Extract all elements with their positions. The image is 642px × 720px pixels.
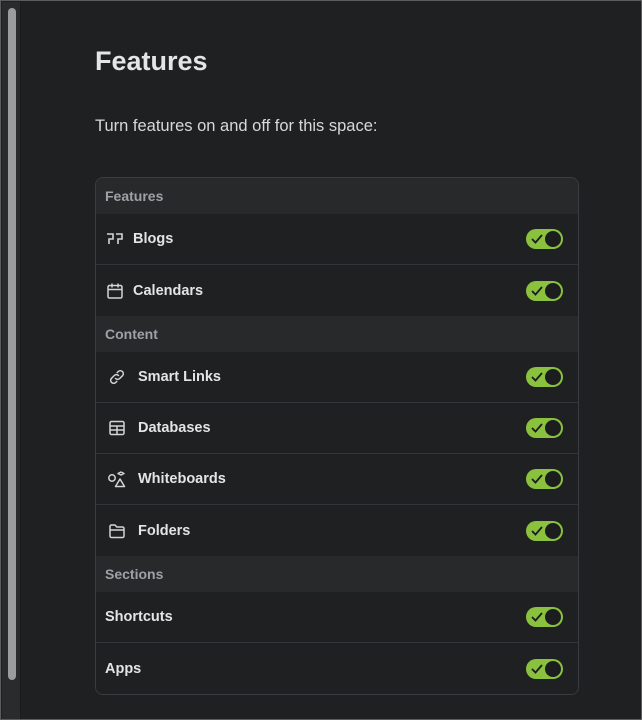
check-icon: [531, 525, 543, 536]
feature-label: Whiteboards: [138, 471, 226, 487]
databases-toggle[interactable]: [526, 418, 563, 438]
section-header-sections: Sections: [96, 556, 578, 592]
check-icon: [531, 612, 543, 622]
page-title: Features: [95, 46, 208, 76]
feature-label: Smart Links: [138, 369, 221, 385]
check-icon: [531, 474, 543, 484]
toggle-knob: [545, 471, 561, 487]
link-icon: [107, 367, 127, 387]
shapes-icon: [107, 469, 127, 489]
feature-row-blogs: Blogs: [96, 214, 578, 265]
toggle-knob: [545, 420, 561, 436]
folder-icon: [107, 521, 127, 541]
smart-links-toggle[interactable]: [526, 367, 563, 387]
features-card: Features Blogs Calendars Content Smart L…: [95, 177, 579, 695]
feature-label: Blogs: [133, 231, 174, 247]
feature-row-shortcuts: Shortcuts: [96, 592, 578, 643]
table-icon: [107, 418, 127, 438]
calendars-toggle[interactable]: [526, 280, 563, 301]
feature-label: Apps: [105, 660, 142, 677]
feature-row-apps: Apps: [96, 643, 578, 694]
feature-label: Databases: [138, 420, 211, 436]
feature-label: Shortcuts: [105, 609, 173, 625]
feature-row-smart-links: Smart Links: [96, 352, 578, 403]
shortcuts-toggle[interactable]: [526, 607, 563, 627]
toggle-knob: [545, 660, 561, 677]
check-icon: [531, 234, 543, 244]
feature-label: Calendars: [133, 282, 204, 299]
features-panel: Features Turn features on and off for th…: [95, 41, 579, 695]
apps-toggle[interactable]: [526, 658, 563, 679]
left-rail: [2, 2, 21, 719]
feature-label: Folders: [138, 522, 191, 539]
scrollbar[interactable]: [8, 8, 16, 680]
check-icon: [531, 285, 543, 296]
section-header-content: Content: [96, 316, 578, 352]
calendar-icon: [105, 281, 125, 301]
page-subtitle: Turn features on and off for this space:: [95, 117, 378, 135]
toggle-knob: [545, 522, 561, 539]
check-icon: [531, 663, 543, 674]
feature-row-calendars: Calendars: [96, 265, 578, 316]
feature-row-databases: Databases: [96, 403, 578, 454]
quote-icon: [105, 229, 125, 249]
whiteboards-toggle[interactable]: [526, 469, 563, 489]
feature-row-whiteboards: Whiteboards: [96, 454, 578, 505]
toggle-knob: [545, 609, 561, 625]
check-icon: [531, 372, 543, 382]
toggle-knob: [545, 282, 561, 299]
check-icon: [531, 423, 543, 433]
folders-toggle[interactable]: [526, 520, 563, 541]
toggle-knob: [545, 231, 561, 247]
section-header-features: Features: [96, 178, 578, 214]
feature-row-folders: Folders: [96, 505, 578, 556]
toggle-knob: [545, 369, 561, 385]
window-frame: Features Turn features on and off for th…: [0, 0, 642, 720]
blogs-toggle[interactable]: [526, 229, 563, 249]
